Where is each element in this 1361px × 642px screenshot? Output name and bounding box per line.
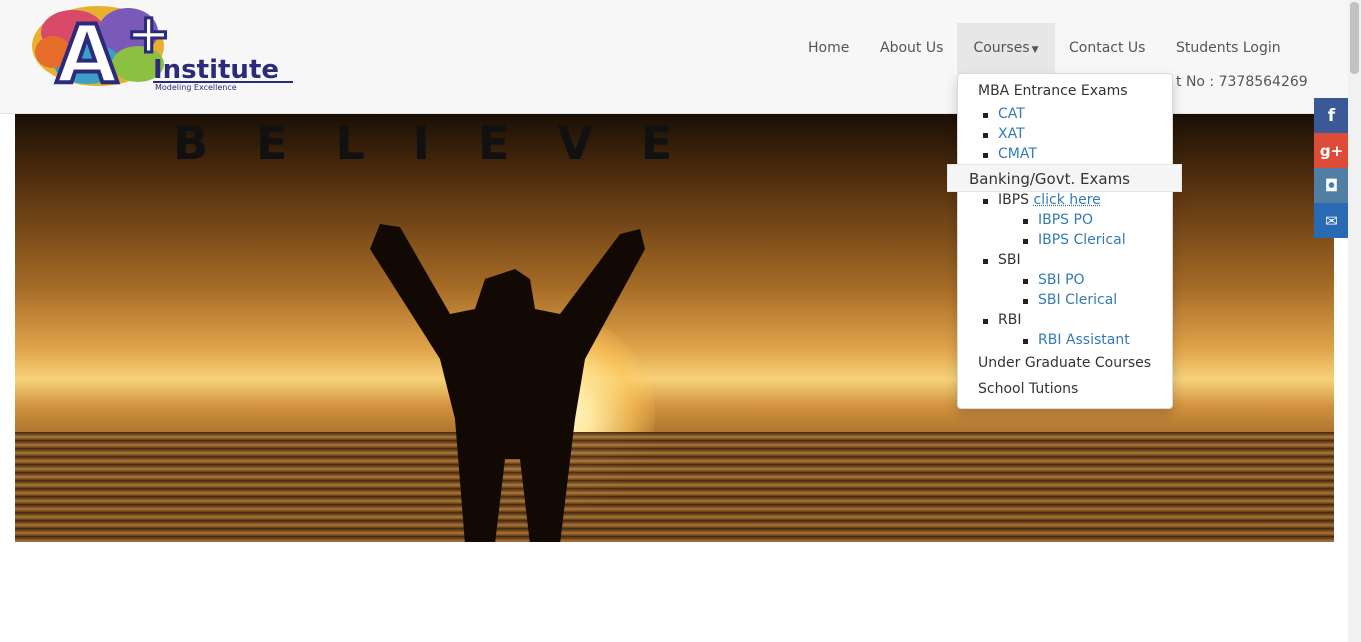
bullet [1023,279,1028,284]
ibps-text: IBPS [998,192,1030,208]
bullet [1023,339,1028,344]
scrollbar-thumb[interactable] [1350,2,1359,74]
page-scrollbar[interactable] [1348,0,1361,642]
nav-courses-label: Courses [973,40,1030,56]
link-ibps-po[interactable]: IBPS PO [1038,212,1093,228]
link-cat[interactable]: CAT [998,106,1025,122]
bullet [983,199,988,204]
bullet [1023,219,1028,224]
caret-down-icon: ▼ [1031,45,1039,55]
bullet [1023,239,1028,244]
rbi-label: RBI [998,312,1022,328]
sbi-label: SBI [998,252,1021,268]
bullet [983,153,988,158]
logo-tagline: Modeling Excellence [155,83,237,92]
instagram-icon[interactable]: ◘ [1314,168,1349,203]
link-xat[interactable]: XAT [998,126,1025,142]
nav-students-login[interactable]: Students Login [1176,23,1281,73]
ibps-label: IBPS click here [998,192,1101,208]
link-sbi-clerical[interactable]: SBI Clerical [1038,292,1117,308]
bullet [983,259,988,264]
bullet [983,319,988,324]
logo-letter: A [56,8,118,94]
link-cmat[interactable]: CMAT [998,146,1037,162]
nav-courses[interactable]: Courses ▼ [957,23,1055,73]
institute-logo[interactable]: A + Institute Modeling Excellence [28,2,296,94]
nav-contact[interactable]: Contact Us [1069,23,1145,73]
nav-home[interactable]: Home [808,23,849,73]
bullet [983,113,988,118]
dropdown-mba-heading[interactable]: MBA Entrance Exams [978,83,1128,99]
mail-icon[interactable]: ✉ [1314,203,1349,238]
dropdown-school-heading[interactable]: School Tutions [978,381,1078,397]
bullet [983,133,988,138]
person-silhouette [370,224,645,542]
google-plus-icon[interactable]: g+ [1314,133,1349,168]
facebook-icon[interactable]: f [1314,98,1349,133]
bullet [1023,299,1028,304]
logo-name: Institute [153,55,279,85]
ibps-click-here-link[interactable]: click here [1034,192,1101,208]
contact-number: t No : 7378564269 [1176,74,1308,90]
link-ibps-clerical[interactable]: IBPS Clerical [1038,232,1126,248]
dropdown-ug-heading[interactable]: Under Graduate Courses [978,355,1151,371]
link-rbi-assistant[interactable]: RBI Assistant [1038,332,1130,348]
believe-heading: BELIEVE [173,116,721,170]
nav-about[interactable]: About Us [880,23,943,73]
dropdown-banking-heading[interactable]: Banking/Govt. Exams [969,170,1130,188]
sea [15,432,1334,542]
link-sbi-po[interactable]: SBI PO [1038,272,1085,288]
